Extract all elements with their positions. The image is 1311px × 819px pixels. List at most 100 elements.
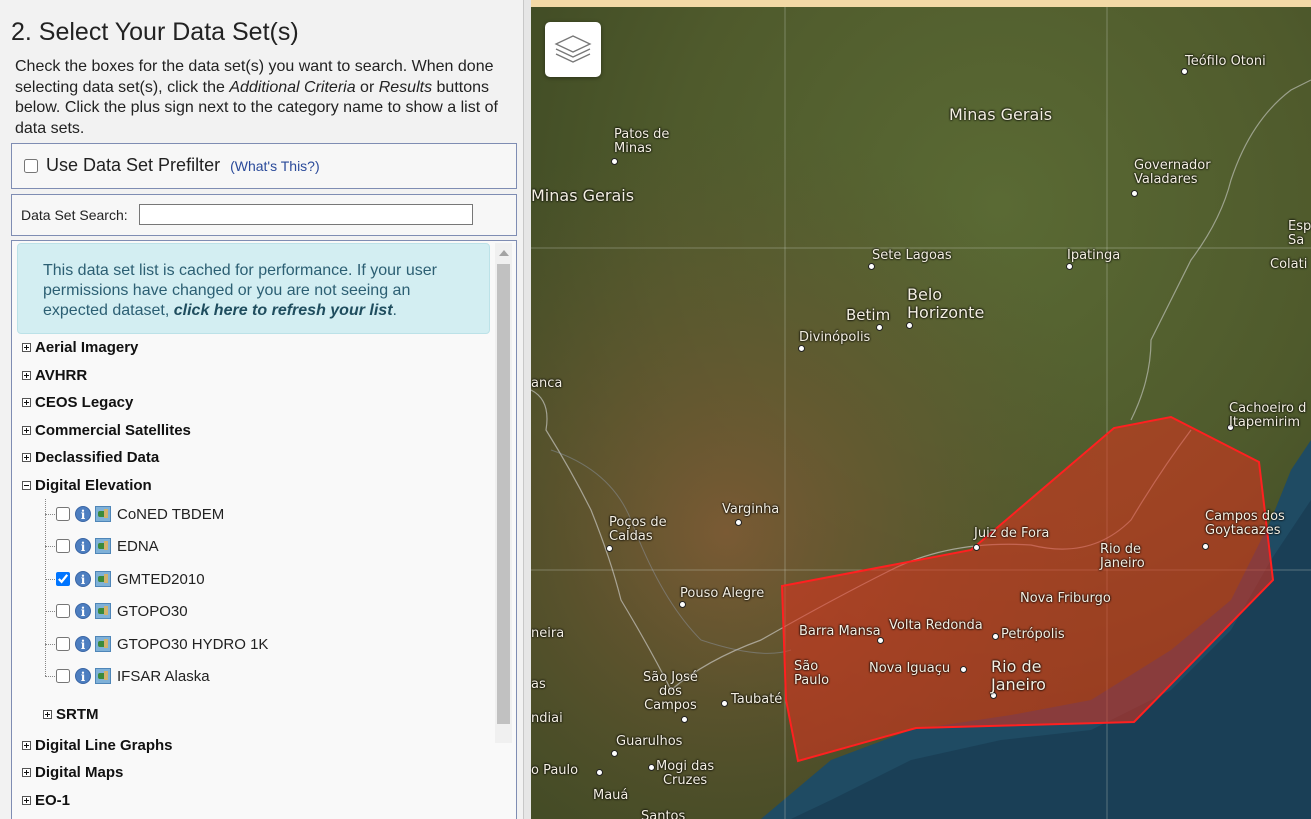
map-preview-icon[interactable] [95, 636, 111, 652]
city-dot [596, 769, 603, 776]
expand-plus-icon[interactable] [22, 767, 31, 777]
category-digital-elevation[interactable]: Digital Elevation [22, 475, 152, 495]
map-label: Nova Iguaçu [869, 661, 951, 676]
map-preview-icon[interactable] [95, 668, 111, 684]
scrollbar-thumb[interactable] [497, 264, 510, 724]
cache-notice: This data set list is cached for perform… [17, 243, 490, 334]
map-label: Juiz de Fora [974, 526, 1050, 541]
map-label: Varginha [722, 502, 780, 517]
map-label: Rio de Janeiro [991, 657, 1046, 694]
subcategory-srtm[interactable]: SRTM [43, 704, 99, 724]
category-ceos-legacy[interactable]: CEOS Legacy [22, 392, 133, 412]
map-label: Teófilo Otoni [1185, 54, 1266, 69]
map-label: Santos [641, 809, 686, 819]
map-label: Pouso Alegre [680, 586, 765, 601]
dataset-row: i CoNED TBDEM [56, 503, 224, 525]
info-icon[interactable]: i [75, 571, 91, 587]
city-dot [681, 716, 688, 723]
expand-plus-icon[interactable] [22, 370, 31, 380]
expand-plus-icon[interactable] [22, 795, 31, 805]
map-label: Patos de Minas [614, 127, 670, 156]
dataset-search-label: Data Set Search: [21, 207, 128, 223]
dataset-row: i GMTED2010 [56, 568, 205, 590]
city-dot [611, 750, 618, 757]
instructions-text: Check the boxes for the data set(s) you … [15, 58, 498, 137]
map-preview-icon[interactable] [95, 538, 111, 554]
category-avhrr[interactable]: AVHRR [22, 365, 87, 385]
city-dot [735, 519, 742, 526]
city-dot [611, 158, 618, 165]
category-aerial-imagery[interactable]: Aerial Imagery [22, 337, 138, 357]
category-eo-1[interactable]: EO-1 [22, 790, 70, 810]
dataset-checkbox[interactable] [56, 539, 70, 553]
whats-this-link[interactable]: (What's This?) [230, 158, 320, 174]
dataset-checkbox[interactable] [56, 604, 70, 618]
city-dot [960, 666, 967, 673]
map-label: Minas Gerais [949, 105, 1053, 124]
expand-plus-icon[interactable] [43, 709, 52, 719]
dataset-row: i IFSAR Alaska [56, 665, 210, 687]
expand-plus-icon[interactable] [22, 425, 31, 435]
dataset-tree: This data set list is cached for perform… [11, 240, 517, 819]
city-dot [876, 324, 883, 331]
collapse-minus-icon[interactable] [22, 480, 31, 490]
map-label: as [531, 677, 546, 692]
map-preview-icon[interactable] [95, 603, 111, 619]
expand-plus-icon[interactable] [22, 740, 31, 750]
map-label: Mauá [593, 788, 629, 803]
map-label: Divinópolis [799, 330, 871, 345]
category-digital-maps[interactable]: Digital Maps [22, 762, 123, 782]
category-commercial-satellites[interactable]: Commercial Satellites [22, 420, 191, 440]
category-digital-line-graphs[interactable]: Digital Line Graphs [22, 735, 173, 755]
info-icon[interactable]: i [75, 603, 91, 619]
map-top-strip [531, 0, 1311, 7]
city-dot [606, 545, 613, 552]
scroll-up-arrow-icon[interactable] [499, 250, 509, 256]
section-title: 2. Select Your Data Set(s) [11, 18, 299, 46]
city-dot [1202, 543, 1209, 550]
map-label: Barra Mansa [799, 624, 881, 639]
city-dot [1131, 190, 1138, 197]
dataset-checkbox[interactable] [56, 637, 70, 651]
map-label: Ipatinga [1067, 248, 1121, 263]
map-label: Colati [1270, 257, 1308, 272]
map-label: o Paulo [531, 763, 579, 778]
dataset-search-input[interactable] [139, 204, 473, 225]
city-dot [992, 633, 999, 640]
expand-plus-icon[interactable] [22, 397, 31, 407]
dataset-search-box: Data Set Search: [11, 194, 517, 236]
map-label: Petrópolis [1001, 627, 1065, 642]
category-declassified-data[interactable]: Declassified Data [22, 447, 159, 467]
map-preview-icon[interactable] [95, 506, 111, 522]
layers-button[interactable] [545, 22, 601, 77]
map-label: Cachoeiro d Itapemirim [1229, 401, 1307, 430]
refresh-list-link[interactable]: click here to refresh your list [174, 302, 393, 319]
info-icon[interactable]: i [75, 538, 91, 554]
map-label: Volta Redonda [889, 618, 983, 633]
map-label: ndiai [531, 711, 563, 726]
map-label: Governador Valadares [1134, 158, 1211, 187]
info-icon[interactable]: i [75, 506, 91, 522]
dataset-checkbox[interactable] [56, 572, 70, 586]
prefilter-label[interactable]: Use Data Set Prefilter (What's This?) [24, 155, 320, 176]
dataset-checkbox[interactable] [56, 507, 70, 521]
prefilter-checkbox[interactable] [24, 158, 38, 173]
city-dot [906, 322, 913, 329]
map-view[interactable]: Teófilo Otoni Minas Gerais Patos de Mina… [531, 0, 1311, 819]
map-preview-icon[interactable] [95, 571, 111, 587]
map-label: Mogi das Cruzes [656, 759, 715, 788]
city-dot [868, 263, 875, 270]
dataset-checkbox[interactable] [56, 669, 70, 683]
city-dot [679, 601, 686, 608]
dataset-row: i GTOPO30 [56, 600, 188, 622]
info-icon[interactable]: i [75, 668, 91, 684]
expand-plus-icon[interactable] [22, 452, 31, 462]
map-label: Minas Gerais [531, 186, 635, 205]
city-dot [798, 345, 805, 352]
tree-scrollbar[interactable] [495, 243, 512, 743]
map-label: Sete Lagoas [872, 248, 952, 263]
map-label: São José dos Campos [643, 670, 698, 713]
expand-plus-icon[interactable] [22, 342, 31, 352]
map-label: anca [531, 376, 563, 391]
info-icon[interactable]: i [75, 636, 91, 652]
